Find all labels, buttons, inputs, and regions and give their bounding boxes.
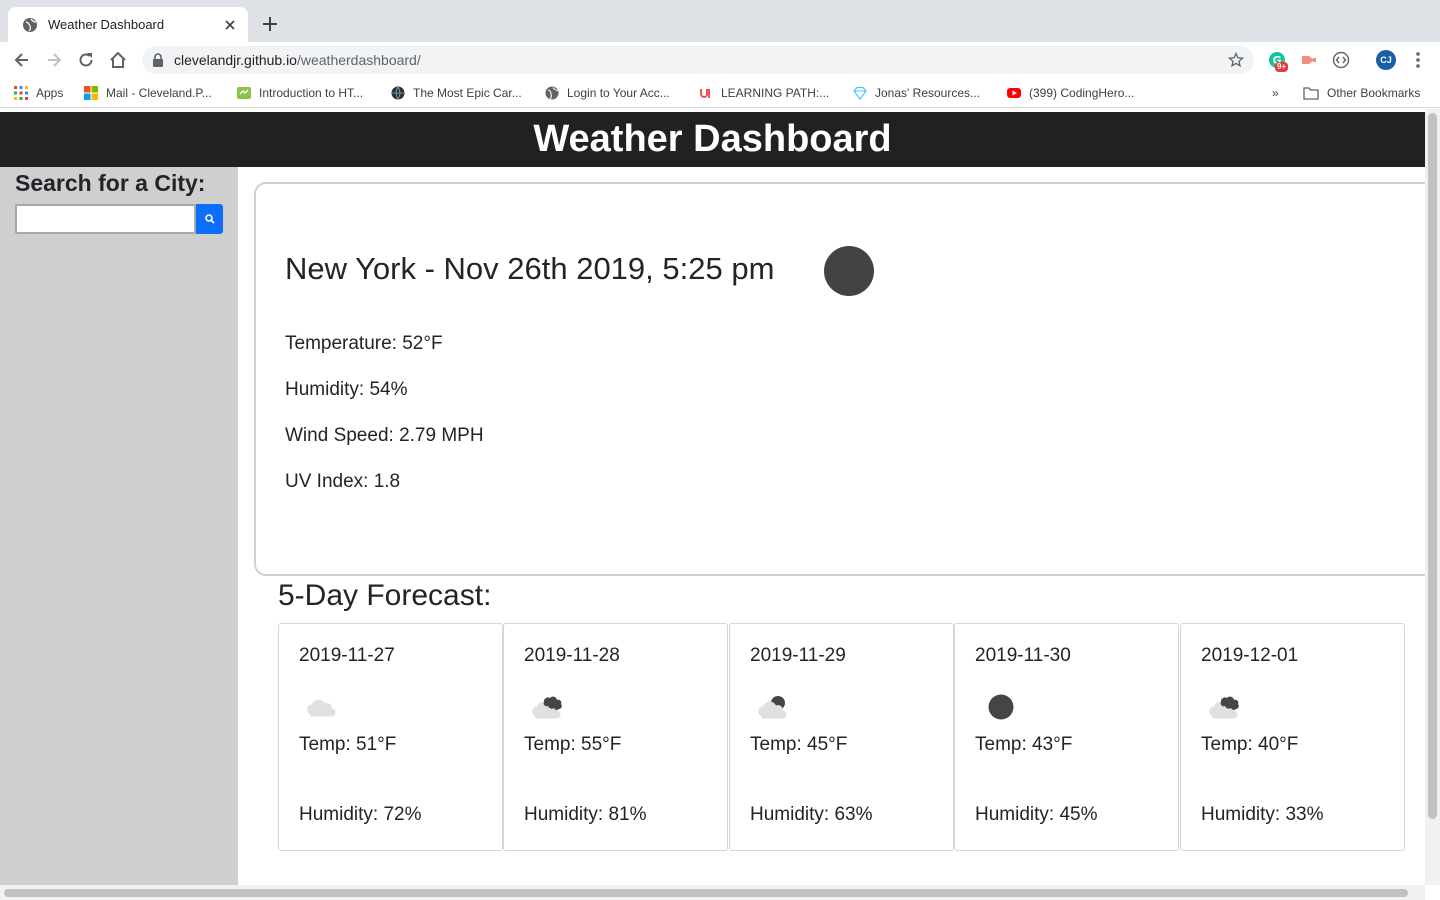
forecast-humidity: Humidity: 63% xyxy=(750,804,873,825)
bookmark-label: Introduction to HT... xyxy=(259,86,364,100)
forecast-date: 2019-11-27 xyxy=(299,645,395,666)
partly-cloudy-night-icon xyxy=(758,696,787,719)
url-text: clevelandjr.github.io/weatherdashboard/ xyxy=(174,52,421,68)
forecast-date: 2019-11-28 xyxy=(524,645,620,666)
forecast-temp: Temp: 45°F xyxy=(750,734,848,755)
bookmark-label: The Most Epic Car... xyxy=(413,86,522,100)
forward-arrow-icon[interactable] xyxy=(44,50,64,70)
other-bookmarks-folder[interactable]: Other Bookmarks xyxy=(1303,84,1420,102)
forecast-card: 2019-11-30 Temp: 43°F Humidity: 45% xyxy=(954,623,1179,851)
youtube-icon xyxy=(1007,88,1021,98)
forecast-card: 2019-11-29 Temp: 45°F Humidity: 63% xyxy=(729,623,954,851)
current-temperature: Temperature: 52°F xyxy=(285,333,443,354)
globe-icon xyxy=(23,17,37,32)
bookmarks-bar: Apps Mail - Cleveland.P... Introduction … xyxy=(0,78,1440,108)
bookmark-learning-path[interactable]: LEARNING PATH:... xyxy=(699,84,829,102)
apps-grid-icon xyxy=(14,86,28,100)
search-heading: Search for a City: xyxy=(15,170,206,196)
course-icon xyxy=(237,87,251,99)
forecast-temp: Temp: 40°F xyxy=(1201,734,1299,755)
broken-clouds-night-icon xyxy=(1209,696,1239,719)
forecast-card: 2019-11-27 Temp: 51°F Humidity: 72% xyxy=(278,623,503,851)
clear-night-icon xyxy=(988,694,1014,720)
current-uv-index: UV Index: 1.8 xyxy=(285,471,401,492)
microsoft-icon xyxy=(84,86,98,100)
bookmarks-overflow-button[interactable]: » xyxy=(1272,84,1279,102)
bookmark-label: Mail - Cleveland.P... xyxy=(106,86,212,100)
clear-night-icon xyxy=(824,246,874,296)
forecast-date: 2019-11-29 xyxy=(750,645,846,666)
close-icon[interactable] xyxy=(222,17,238,33)
forecast-heading: 5-Day Forecast: xyxy=(278,579,492,612)
cloud-icon xyxy=(307,699,336,717)
udemy-icon xyxy=(700,89,710,98)
current-weather-card: New York - Nov 26th 2019, 5:25 pm Temper… xyxy=(254,182,1440,576)
tab-title: Weather Dashboard xyxy=(48,17,165,32)
browser-tab[interactable]: Weather Dashboard xyxy=(8,7,248,42)
menu-kebab-icon[interactable] xyxy=(1410,50,1426,70)
broken-clouds-night-icon xyxy=(532,696,562,719)
page-title: Weather Dashboard xyxy=(0,112,1425,167)
home-icon[interactable] xyxy=(108,50,128,70)
search-icon xyxy=(204,214,215,224)
lock-icon[interactable] xyxy=(152,53,164,67)
bookmark-label: Other Bookmarks xyxy=(1327,86,1421,100)
extension-badge: 9+ xyxy=(1275,62,1289,72)
folder-icon xyxy=(1303,87,1319,100)
forecast-humidity: Humidity: 45% xyxy=(975,804,1098,825)
forecast-humidity: Humidity: 81% xyxy=(524,804,647,825)
browser-tab-strip: Weather Dashboard xyxy=(0,0,1440,42)
bookmark-label: LEARNING PATH:... xyxy=(721,86,830,100)
bookmark-label: Jonas' Resources... xyxy=(875,86,981,100)
horizontal-scrollbar[interactable] xyxy=(0,885,1425,900)
bookmark-apps[interactable]: Apps xyxy=(14,84,63,102)
current-wind-speed: Wind Speed: 2.79 MPH xyxy=(285,425,484,446)
forecast-date: 2019-11-30 xyxy=(975,645,1071,666)
vertical-scrollbar[interactable] xyxy=(1425,109,1440,885)
browser-toolbar: clevelandjr.github.io/weatherdashboard/ … xyxy=(0,42,1440,78)
bookmark-label: Apps xyxy=(36,86,64,100)
scrollbar-thumb[interactable] xyxy=(1428,113,1437,819)
back-arrow-icon[interactable] xyxy=(12,50,32,70)
search-sidebar: Search for a City: xyxy=(0,167,238,885)
bookmark-epic-car[interactable]: The Most Epic Car... xyxy=(391,84,522,102)
bookmark-label: Login to Your Acc... xyxy=(567,86,670,100)
forecast-temp: Temp: 51°F xyxy=(299,734,397,755)
scrollbar-thumb[interactable] xyxy=(4,889,1408,897)
current-humidity: Humidity: 54% xyxy=(285,379,408,400)
bookmark-jonas-resources[interactable]: Jonas' Resources... xyxy=(853,84,980,102)
search-button[interactable] xyxy=(196,204,223,234)
bookmark-codinghero[interactable]: (399) CodingHero... xyxy=(1007,84,1134,102)
forecast-humidity: Humidity: 72% xyxy=(299,804,422,825)
forecast-temp: Temp: 43°F xyxy=(975,734,1073,755)
city-search-input[interactable] xyxy=(15,204,196,234)
bookmark-mail[interactable]: Mail - Cleveland.P... xyxy=(84,84,212,102)
url-domain: clevelandjr.github.io xyxy=(174,52,297,68)
code-extension-icon[interactable] xyxy=(1332,51,1350,69)
forecast-card: 2019-11-28 Temp: 55°F Humidity: 81% xyxy=(503,623,728,851)
globe-dark-icon xyxy=(391,86,405,100)
globe-icon xyxy=(545,86,559,100)
forecast-card: 2019-12-01 Temp: 40°F Humidity: 33% xyxy=(1180,623,1405,851)
bookmark-intro-html[interactable]: Introduction to HT... xyxy=(237,84,363,102)
forecast-humidity: Humidity: 33% xyxy=(1201,804,1324,825)
forecast-temp: Temp: 55°F xyxy=(524,734,622,755)
forecast-date: 2019-12-01 xyxy=(1201,645,1299,666)
url-path: /weatherdashboard/ xyxy=(296,52,421,68)
reload-icon[interactable] xyxy=(76,50,96,70)
page-viewport: Weather Dashboard Search for a City: New… xyxy=(0,109,1440,900)
address-bar[interactable]: clevelandjr.github.io/weatherdashboard/ xyxy=(142,46,1254,74)
bookmark-label: (399) CodingHero... xyxy=(1029,86,1135,100)
extension-icon[interactable] xyxy=(1300,51,1318,69)
bookmark-login[interactable]: Login to Your Acc... xyxy=(545,84,670,102)
current-city-title: New York - Nov 26th 2019, 5:25 pm xyxy=(285,251,775,286)
new-tab-icon[interactable] xyxy=(260,14,280,34)
bookmark-star-icon[interactable] xyxy=(1228,52,1244,68)
diamond-icon xyxy=(853,86,867,100)
profile-avatar[interactable]: CJ xyxy=(1376,50,1396,70)
